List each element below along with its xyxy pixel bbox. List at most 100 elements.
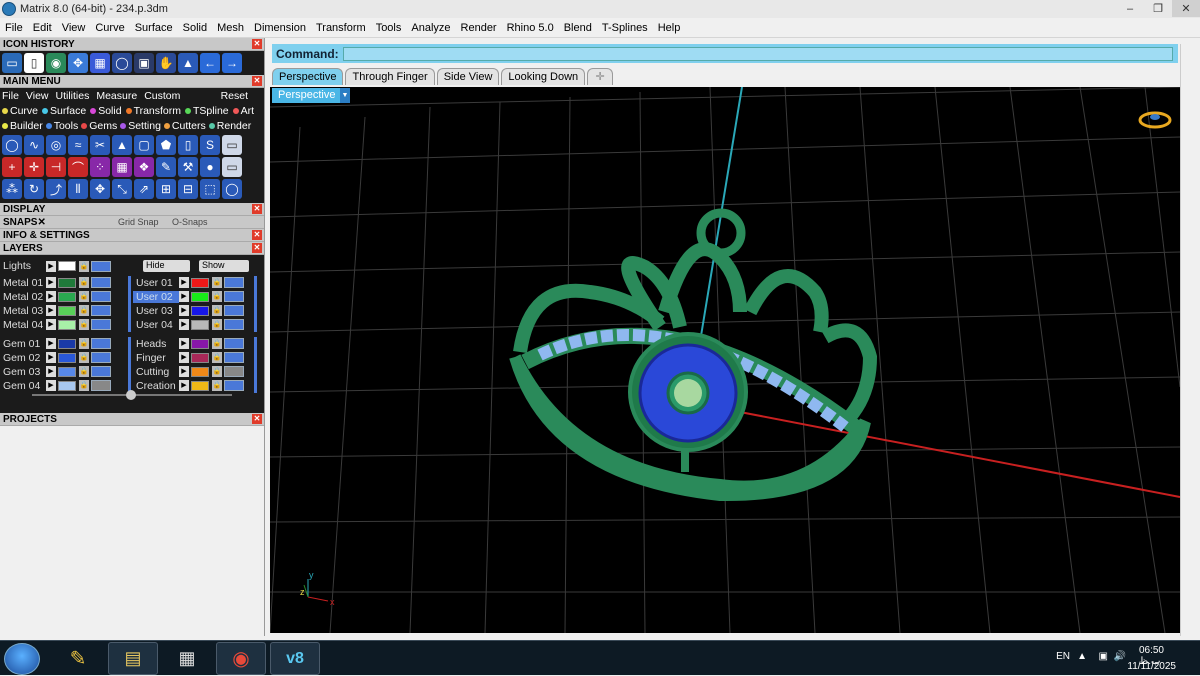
layer-toggle[interactable]: [91, 338, 111, 349]
menu-surface[interactable]: Surface: [130, 22, 178, 34]
layer-row[interactable]: Gem 03 ▶ 🔒: [0, 365, 111, 378]
open-folder-icon[interactable]: ▭: [2, 53, 22, 73]
layer-row[interactable]: User 03 ▶ 🔒: [133, 304, 244, 317]
twist-icon[interactable]: ✂: [90, 135, 110, 155]
wave-icon[interactable]: ≈: [68, 135, 88, 155]
layer-toggle[interactable]: [224, 319, 244, 330]
layer-toggle[interactable]: [91, 352, 111, 363]
menu-mesh[interactable]: Mesh: [212, 22, 249, 34]
split-icon[interactable]: ⊣: [46, 157, 66, 177]
panel2-icon[interactable]: ▭: [222, 157, 242, 177]
arrow-icon[interactable]: ▶: [46, 277, 56, 288]
arc-icon[interactable]: ⌒: [68, 157, 88, 177]
bars-icon[interactable]: ⫴: [68, 179, 88, 199]
torus-icon[interactable]: ◯: [222, 179, 242, 199]
arrow-icon[interactable]: ▶: [46, 319, 56, 330]
info-settings-header[interactable]: INFO & SETTINGS ✕: [0, 229, 264, 242]
layer-row[interactable]: Creation ▶ 🔒: [133, 379, 244, 392]
color-swatch[interactable]: [191, 366, 209, 377]
menu-tsplines[interactable]: T-Splines: [597, 22, 653, 34]
new-file-icon[interactable]: ▯: [24, 53, 44, 73]
layer-row[interactable]: User 01 ▶ 🔒: [133, 276, 244, 289]
language-indicator[interactable]: EN: [1056, 651, 1070, 662]
show-button[interactable]: Show: [199, 260, 249, 272]
chevron-down-icon[interactable]: ▼: [340, 88, 350, 103]
color-swatch[interactable]: [58, 380, 76, 391]
cat-render[interactable]: Render: [208, 120, 251, 132]
layer-row[interactable]: Gem 01 ▶ 🔒: [0, 337, 111, 350]
viewport-canvas[interactable]: y x z: [270, 87, 1180, 633]
close-icon[interactable]: ✕: [252, 204, 262, 214]
move-arrows-icon[interactable]: ✥: [90, 179, 110, 199]
lock-icon[interactable]: 🔒: [79, 380, 89, 391]
cat-curve[interactable]: Curve: [2, 105, 38, 117]
mm-utilities[interactable]: Utilities: [56, 90, 90, 102]
explorer-icon[interactable]: ▤: [108, 642, 158, 675]
arrow-icon[interactable]: ▶: [46, 305, 56, 316]
close-icon[interactable]: ✕: [252, 39, 262, 49]
box-icon[interactable]: ▢: [134, 135, 154, 155]
menu-help[interactable]: Help: [653, 22, 686, 34]
color-swatch[interactable]: [191, 291, 209, 302]
cat-tools[interactable]: Tools: [45, 120, 78, 132]
close-icon[interactable]: ✕: [37, 217, 45, 228]
mm-custom[interactable]: Custom: [144, 90, 180, 102]
layer-toggle[interactable]: [91, 260, 111, 272]
lock-icon[interactable]: 🔒: [79, 366, 89, 377]
menu-curve[interactable]: Curve: [90, 22, 129, 34]
color-swatch[interactable]: [191, 352, 209, 363]
lock-icon[interactable]: 🔒: [79, 305, 89, 316]
curve-icon[interactable]: ∿: [24, 135, 44, 155]
lock-icon[interactable]: 🔒: [212, 291, 222, 302]
lock-icon[interactable]: 🔒: [212, 277, 222, 288]
arrow-icon[interactable]: ▶: [46, 260, 56, 272]
layer-row[interactable]: Metal 02 ▶ 🔒: [0, 290, 111, 303]
viewport-perspective[interactable]: y x z: [270, 87, 1180, 633]
arrow-icon[interactable]: ▶: [179, 319, 189, 330]
tab-through-finger[interactable]: Through Finger: [345, 68, 435, 85]
lock-icon[interactable]: 🔒: [212, 380, 222, 391]
projects-header[interactable]: PROJECTS ✕: [0, 413, 264, 426]
pen-icon[interactable]: ✎: [156, 157, 176, 177]
layer-row[interactable]: Gem 04 ▶ 🔒: [0, 379, 111, 392]
color-swatch[interactable]: [58, 291, 76, 302]
lock-icon[interactable]: 🔒: [79, 319, 89, 330]
cat-transform[interactable]: Transform: [125, 105, 181, 117]
layer-toggle[interactable]: [91, 277, 111, 288]
hand-icon[interactable]: ✋: [156, 53, 176, 73]
lights-swatch[interactable]: [58, 261, 76, 271]
rotate-icon[interactable]: ↻: [24, 179, 44, 199]
redo-icon[interactable]: →: [222, 53, 242, 73]
layer-toggle[interactable]: [91, 305, 111, 316]
lock-icon[interactable]: 🔒: [79, 352, 89, 363]
grid-icon[interactable]: ▦: [90, 53, 110, 73]
grid-snap-toggle[interactable]: Grid Snap: [118, 216, 159, 229]
maximize-button[interactable]: ❐: [1144, 0, 1172, 17]
matrix-app-icon[interactable]: v8: [270, 642, 320, 675]
menu-blend[interactable]: Blend: [559, 22, 597, 34]
color-swatch[interactable]: [191, 277, 209, 288]
clock-date[interactable]: 11/11/2025: [1127, 661, 1176, 672]
color-swatch[interactable]: [58, 305, 76, 316]
shield-icon[interactable]: ⬟: [156, 135, 176, 155]
arrow-icon[interactable]: ▶: [179, 305, 189, 316]
color-swatch[interactable]: [58, 352, 76, 363]
color-swatch[interactable]: [58, 366, 76, 377]
arrow-icon[interactable]: ▶: [179, 366, 189, 377]
lock-icon[interactable]: 🔒: [212, 338, 222, 349]
bend-icon[interactable]: ⤴: [46, 179, 66, 199]
color-swatch[interactable]: [191, 305, 209, 316]
layer-toggle[interactable]: [91, 319, 111, 330]
undo-icon[interactable]: ←: [200, 53, 220, 73]
close-icon[interactable]: ✕: [252, 414, 262, 424]
circle-icon[interactable]: ◯: [2, 135, 22, 155]
color-swatch[interactable]: [58, 277, 76, 288]
flow-icon[interactable]: ⇗: [134, 179, 154, 199]
cat-art[interactable]: Art: [232, 105, 254, 117]
array-icon[interactable]: ⊞: [156, 179, 176, 199]
viewport-label[interactable]: Perspective ▼: [272, 88, 350, 103]
menu-solid[interactable]: Solid: [178, 22, 212, 34]
close-button[interactable]: ✕: [1172, 0, 1200, 17]
menu-view[interactable]: View: [57, 22, 91, 34]
menu-edit[interactable]: Edit: [28, 22, 57, 34]
